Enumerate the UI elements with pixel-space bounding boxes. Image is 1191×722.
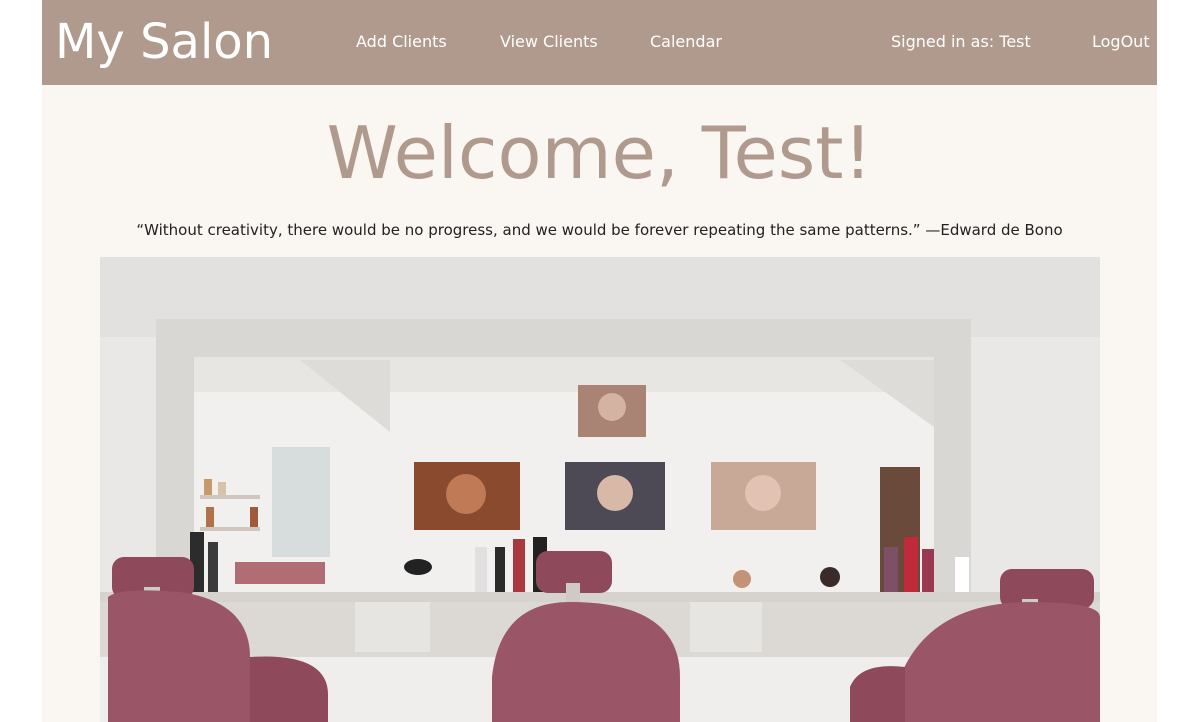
logout-link[interactable]: LogOut [1092,31,1150,53]
brand-logo[interactable]: My Salon [55,12,273,72]
signed-in-label: Signed in as: Test [891,32,1031,51]
salon-hero-image [100,257,1100,722]
salon-illustration [100,257,1100,722]
nav-view-clients[interactable]: View Clients [500,31,598,53]
nav-add-clients[interactable]: Add Clients [356,31,447,53]
quote-text: “Without creativity, there would be no p… [136,221,1063,239]
welcome-heading: Welcome, Test! [326,111,873,195]
nav-calendar[interactable]: Calendar [650,31,722,53]
navbar: My Salon Add Clients View Clients Calend… [42,0,1157,85]
page-container: My Salon Add Clients View Clients Calend… [42,0,1157,722]
